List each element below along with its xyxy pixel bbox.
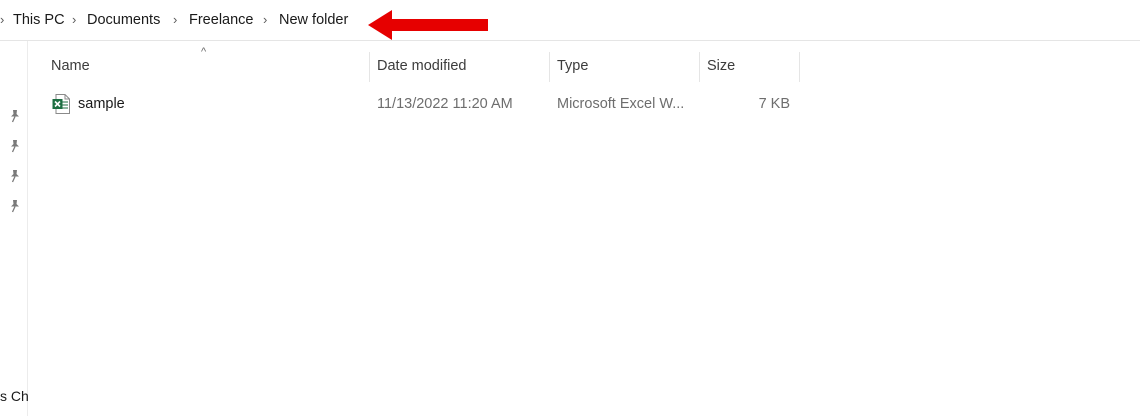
pin-icon[interactable] bbox=[8, 169, 22, 183]
red-arrow-annotation-icon bbox=[368, 10, 488, 40]
file-date-modified: 11/13/2022 11:20 AM bbox=[377, 96, 513, 112]
pin-icon[interactable] bbox=[8, 199, 22, 213]
column-header-date-modified[interactable]: Date modified bbox=[369, 48, 549, 84]
column-header-size[interactable]: Size bbox=[699, 48, 799, 84]
column-header-type[interactable]: Type bbox=[549, 48, 699, 84]
column-header-name[interactable]: Name bbox=[43, 48, 369, 84]
pin-icon[interactable] bbox=[8, 139, 22, 153]
column-divider[interactable] bbox=[799, 52, 800, 82]
file-name[interactable]: sample bbox=[78, 92, 125, 116]
file-size: 7 KB bbox=[758, 96, 790, 112]
breadcrumb-new-folder[interactable]: New folder bbox=[279, 11, 348, 29]
address-bar[interactable]: › This PC › Documents › Freelance › New … bbox=[0, 0, 1140, 41]
chevron-right-icon[interactable]: › bbox=[173, 13, 181, 27]
file-row[interactable]: sample 11/13/2022 11:20 AM Microsoft Exc… bbox=[28, 92, 808, 116]
pin-icon[interactable] bbox=[8, 109, 22, 123]
navigation-pane bbox=[0, 41, 28, 416]
excel-file-icon bbox=[52, 94, 70, 114]
breadcrumb-documents[interactable]: Documents bbox=[87, 11, 160, 29]
chevron-right-icon[interactable]: › bbox=[72, 13, 80, 27]
chevron-right-icon[interactable]: › bbox=[0, 13, 8, 27]
breadcrumb-this-pc[interactable]: This PC bbox=[13, 11, 65, 29]
breadcrumb-freelance[interactable]: Freelance bbox=[189, 11, 253, 29]
chevron-right-icon[interactable]: › bbox=[263, 13, 271, 27]
file-type: Microsoft Excel W... bbox=[557, 96, 685, 112]
column-header-row: ^ Name Date modified Type Size bbox=[28, 46, 1140, 84]
nav-item-partial-label[interactable]: s Ch bbox=[0, 388, 29, 404]
